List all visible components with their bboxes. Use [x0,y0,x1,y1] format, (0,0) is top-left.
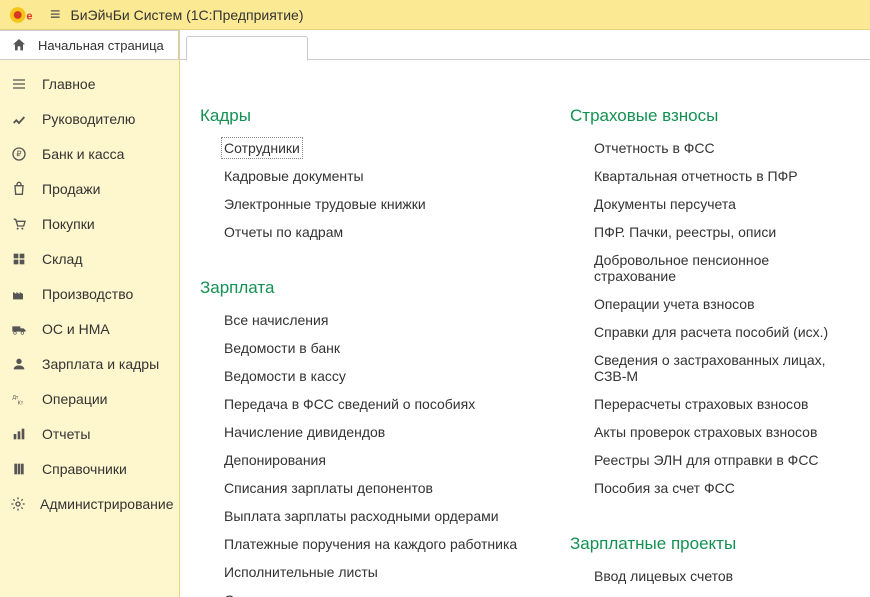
sidebar-item-label: Руководителю [42,111,135,127]
menu-link[interactable]: Ведомости в кассу [224,368,346,384]
tab-strip [180,30,870,60]
menu-link[interactable]: Списания зарплаты депонентов [224,480,433,496]
menu-link[interactable]: Добровольное пенсионное страхование [594,252,850,284]
menu-link[interactable]: Электронные трудовые книжки [224,196,426,212]
sidebar-item-label: Администрирование [40,496,174,512]
menu-link[interactable]: Передача в ФСС сведений о пособиях [224,396,475,412]
menu-link[interactable]: Акты проверок страховых взносов [594,424,817,440]
sidebar-item-label: Отчеты [42,426,90,442]
sidebar-item-10[interactable]: Отчеты [0,416,179,451]
sidebar-item-12[interactable]: Администрирование [0,486,179,521]
books-icon [10,460,28,478]
svg-text:₽: ₽ [16,149,21,158]
main-menu-icon[interactable]: ≡ [50,4,61,25]
menu-link[interactable]: Отчетность в ФСС [594,140,715,156]
sidebar-item-2[interactable]: ₽ Банк и касса [0,136,179,171]
menu-link[interactable]: Операции учета взносов [594,296,755,312]
menu-link[interactable]: Ведомости в банк [224,340,340,356]
menu-link[interactable]: Справки для расчета пособий (исх.) [594,324,828,340]
sidebar-item-label: Продажи [42,181,100,197]
truck-icon [10,320,28,338]
menu-link[interactable]: Выплата зарплаты расходными ордерами [224,508,499,524]
menu-link[interactable]: Сотрудники [224,140,300,156]
menu-link[interactable]: Кадровые документы [224,168,364,184]
dtkt-icon: ДтКт [10,390,28,408]
sidebar-item-label: Склад [42,251,83,267]
sidebar-item-label: Покупки [42,216,95,232]
sidebar-item-6[interactable]: Производство [0,276,179,311]
sidebar-item-0[interactable]: Главное [0,66,179,101]
sidebar-item-label: Производство [42,286,133,302]
boxes-icon [10,250,28,268]
menu-link[interactable]: Квартальная отчетность в ПФР [594,168,798,184]
cart-icon [10,215,28,233]
sidebar-item-label: ОС и НМА [42,321,110,337]
logo-1c-icon: e [8,4,40,26]
menu-link[interactable]: Перерасчеты страховых взносов [594,396,808,412]
main-area: Кадры Сотрудники Кадровые документы Электр… [180,30,870,597]
person-icon [10,355,28,373]
sidebar-item-7[interactable]: ОС и НМА [0,311,179,346]
menu-link[interactable]: Пособия за счет ФСС [594,480,735,496]
section-kadry[interactable]: Кадры [200,106,530,126]
sidebar-item-11[interactable]: Справочники [0,451,179,486]
sidebar-item-1[interactable]: Руководителю [0,101,179,136]
sidebar-item-5[interactable]: Склад [0,241,179,276]
sidebar-item-label: Справочники [42,461,127,477]
menu-link[interactable]: Исполнительные листы [224,564,378,580]
menu-link[interactable]: Документы персучета [594,196,736,212]
bag-icon [10,180,28,198]
sidebar-item-8[interactable]: Зарплата и кадры [0,346,179,381]
svg-text:e: e [26,10,32,22]
menu-link[interactable]: Начисление дивидендов [224,424,385,440]
menu-link[interactable]: Депонирования [224,452,326,468]
section-projects[interactable]: Зарплатные проекты [570,534,850,554]
section-zarplata[interactable]: Зарплата [200,278,530,298]
menu-link[interactable]: ПФР. Пачки, реестры, описи [594,224,776,240]
titlebar: e ≡ БиЭйчБи Систем (1С:Предприятие) [0,0,870,30]
trend-icon [10,110,28,128]
menu-link[interactable]: Отчеты по кадрам [224,224,343,240]
section-vznosy[interactable]: Страховые взносы [570,106,850,126]
sidebar-item-label: Операции [42,391,108,407]
sidebar-item-3[interactable]: Продажи [0,171,179,206]
menu-icon [10,75,28,93]
gear-icon [10,495,26,513]
ruble-icon: ₽ [10,145,28,163]
sidebar-item-4[interactable]: Покупки [0,206,179,241]
sidebar: Начальная страница Главное Руководителю ₽ Б… [0,30,180,597]
menu-link[interactable]: Реестры ЭЛН для отправки в ФСС [594,452,819,468]
menu-link[interactable]: Сведения о застрахованных лицах, СЗВ-М [594,352,850,384]
app-title: БиЭйчБи Систем (1С:Предприятие) [71,7,304,23]
chart-icon [10,425,28,443]
factory-icon [10,285,28,303]
home-tab[interactable]: Начальная страница [0,30,179,60]
sidebar-item-9[interactable]: ДтКт Операции [0,381,179,416]
menu-link[interactable]: Отчеты по зарплате [224,592,355,597]
menu-link[interactable]: Платежные поручения на каждого работника [224,536,517,552]
sidebar-item-label: Главное [42,76,96,92]
home-icon [10,36,28,54]
menu-link[interactable]: Ввод лицевых счетов [594,568,733,584]
svg-text:Кт: Кт [18,400,24,406]
menu-link[interactable]: Все начисления [224,312,328,328]
sidebar-item-label: Зарплата и кадры [42,356,159,372]
sidebar-item-label: Банк и касса [42,146,124,162]
home-tab-label: Начальная страница [38,38,164,53]
